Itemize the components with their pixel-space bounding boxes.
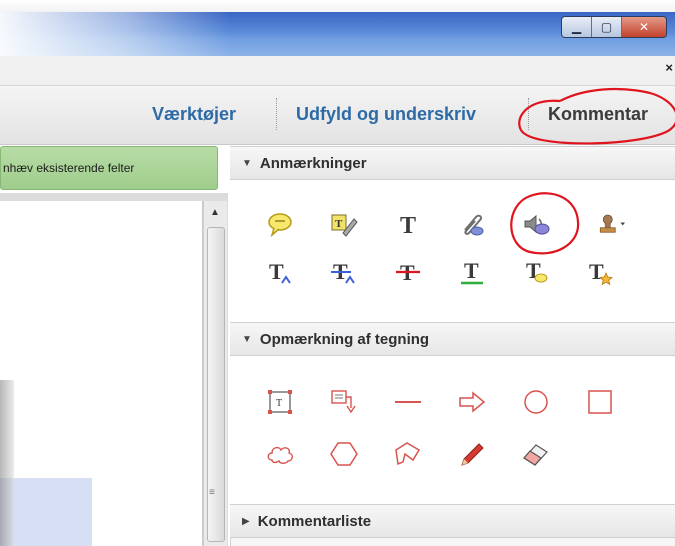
document-scrollbar[interactable]: ▲ ≡ bbox=[203, 201, 227, 546]
record-audio-icon[interactable] bbox=[518, 208, 554, 240]
highlight-text-icon[interactable]: T bbox=[326, 208, 362, 240]
scroll-grip-icon: ≡ bbox=[209, 487, 215, 498]
pencil-icon[interactable] bbox=[454, 438, 490, 470]
window-shadow bbox=[0, 380, 14, 546]
minimize-button[interactable]: ▁ bbox=[562, 17, 592, 37]
section-drawing-markup-header[interactable]: ▼ Opmærkning af tegning bbox=[230, 322, 675, 356]
polygon-icon[interactable] bbox=[326, 438, 362, 470]
section-title: Anmærkninger bbox=[259, 154, 367, 172]
window-titlebar: ▁ ▢ ✕ bbox=[0, 12, 675, 56]
expand-triangle-icon: ▼ bbox=[242, 333, 252, 345]
attach-file-icon[interactable] bbox=[454, 208, 490, 240]
svg-text:T: T bbox=[335, 218, 343, 230]
scroll-up-arrow-icon[interactable]: ▲ bbox=[210, 207, 220, 218]
sticky-note-icon[interactable] bbox=[262, 208, 298, 240]
line-icon[interactable] bbox=[390, 386, 426, 418]
add-text-icon[interactable]: T bbox=[390, 208, 426, 240]
close-panel-icon[interactable]: × bbox=[665, 60, 673, 75]
window-controls: ▁ ▢ ✕ bbox=[561, 16, 667, 38]
tab-comment[interactable]: Kommentar bbox=[548, 104, 648, 125]
insert-text-icon[interactable]: T bbox=[262, 256, 298, 288]
maximize-button[interactable]: ▢ bbox=[592, 17, 622, 37]
collapse-triangle-icon: ▶ bbox=[242, 515, 250, 527]
section-title: Kommentarliste bbox=[257, 512, 372, 530]
text-comment-icon[interactable]: T bbox=[518, 256, 554, 288]
replace-text-icon[interactable]: T bbox=[326, 256, 362, 288]
stamp-icon[interactable] bbox=[590, 208, 636, 240]
toolbar-divider bbox=[276, 98, 277, 130]
section-comment-list-header[interactable]: ▶ Kommentarliste bbox=[230, 504, 675, 538]
oval-icon[interactable] bbox=[518, 386, 554, 418]
underline-icon[interactable]: T bbox=[454, 256, 490, 288]
eraser-icon[interactable] bbox=[518, 438, 554, 470]
annotations-tools: T T T T T T T T bbox=[230, 180, 675, 322]
section-annotations-header[interactable]: ▼ Anmærkninger bbox=[230, 146, 675, 180]
svg-text:T: T bbox=[464, 258, 479, 283]
titlebar-fade bbox=[0, 12, 230, 56]
cloud-icon[interactable] bbox=[262, 438, 298, 470]
toolbar-divider bbox=[528, 98, 529, 130]
svg-text:T: T bbox=[276, 398, 282, 409]
section-title: Opmærkning af tegning bbox=[259, 330, 430, 348]
rectangle-icon[interactable] bbox=[582, 386, 618, 418]
expand-triangle-icon: ▼ bbox=[242, 157, 252, 169]
text-callout-icon[interactable] bbox=[326, 386, 362, 418]
arrow-icon[interactable] bbox=[454, 386, 490, 418]
strikethrough-icon[interactable]: T bbox=[390, 256, 426, 288]
task-toolbar: Værktøjer Udfyld og underskriv Kommentar bbox=[0, 86, 675, 145]
svg-text:T: T bbox=[589, 259, 604, 284]
highlight-existing-fields-button[interactable]: nhæv eksisterende felter bbox=[0, 146, 218, 190]
drawing-markup-tools: T bbox=[230, 356, 675, 504]
add-note-to-text-icon[interactable]: T bbox=[582, 256, 618, 288]
menu-bar: × bbox=[0, 56, 675, 86]
tab-fill-and-sign[interactable]: Udfyld og underskriv bbox=[296, 104, 476, 125]
close-button[interactable]: ✕ bbox=[622, 17, 666, 37]
connected-lines-icon[interactable] bbox=[390, 438, 426, 470]
text-box-icon[interactable]: T bbox=[262, 386, 298, 418]
svg-text:T: T bbox=[400, 213, 416, 239]
window-top-edge bbox=[0, 0, 675, 12]
tab-tools[interactable]: Værktøjer bbox=[152, 104, 236, 125]
svg-text:T: T bbox=[269, 259, 284, 284]
